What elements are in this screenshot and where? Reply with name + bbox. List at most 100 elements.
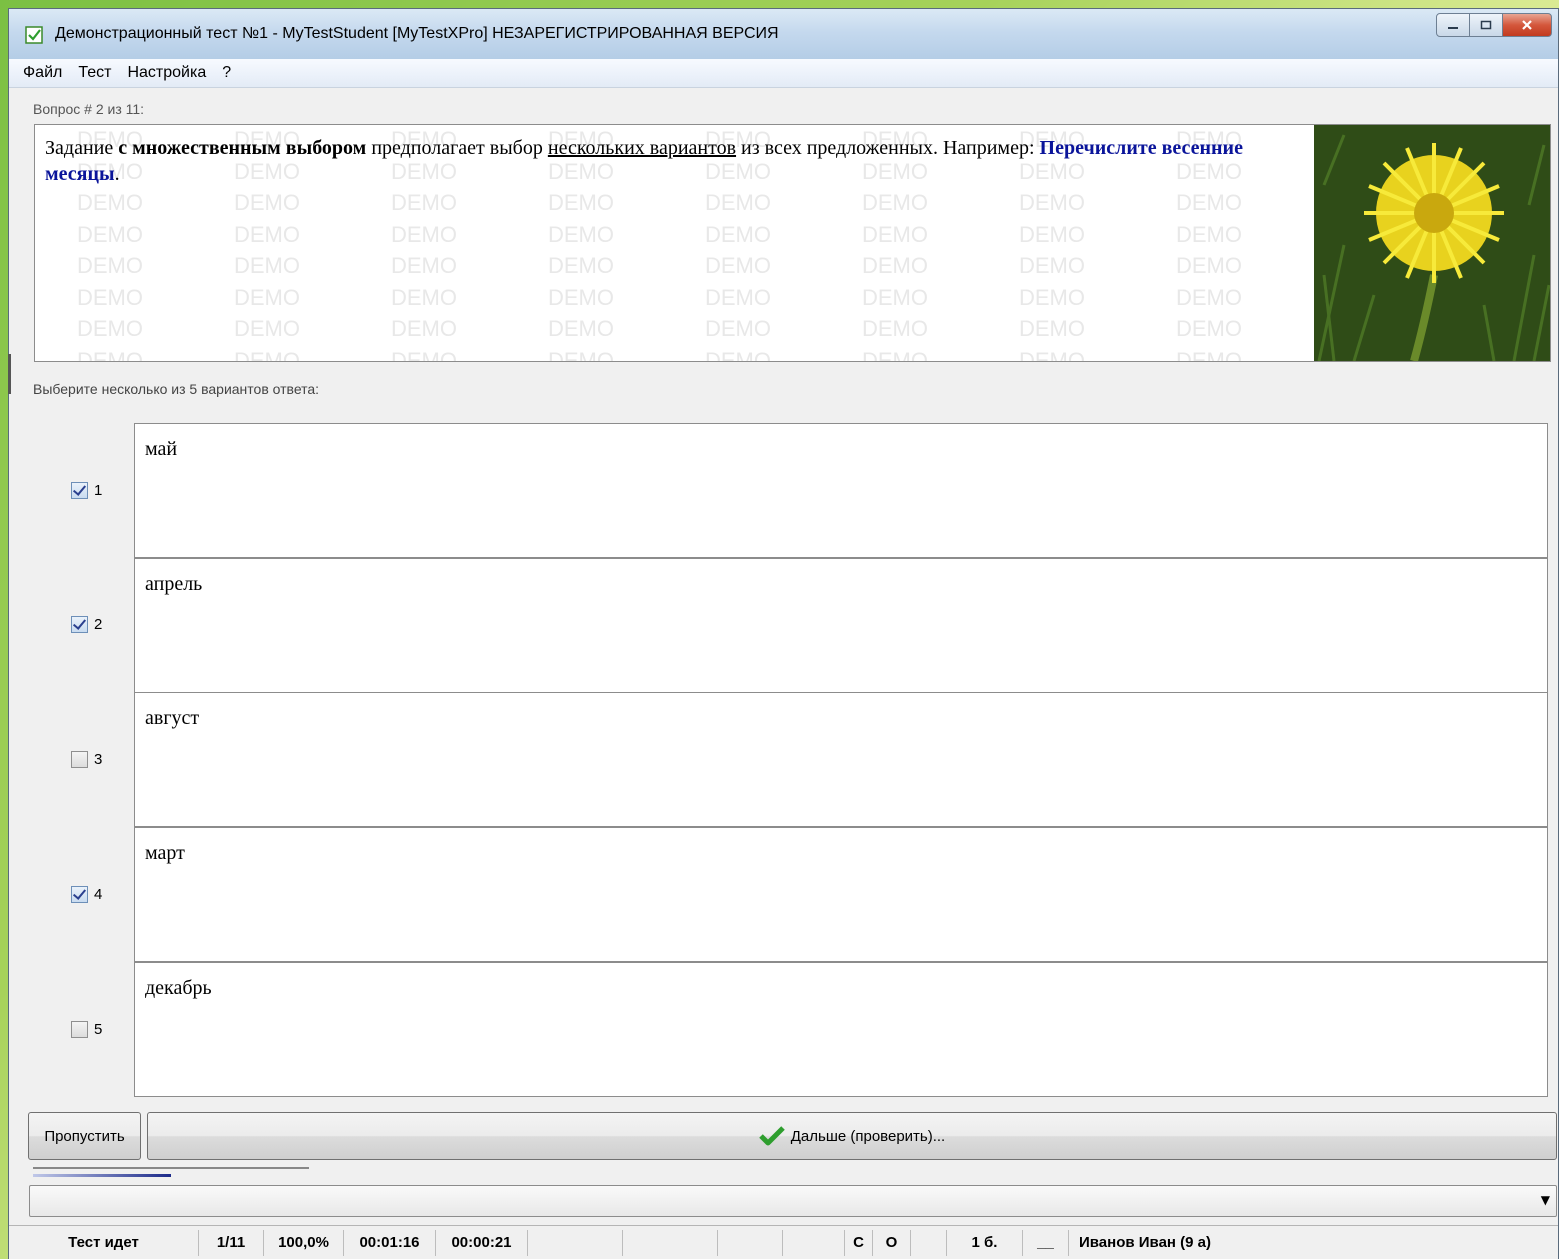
answer-option-5[interactable]: декабрь <box>134 962 1548 1097</box>
answer-checkbox-2[interactable]: 2 <box>71 616 102 633</box>
progress-track <box>33 1167 309 1169</box>
status-blank: __ <box>1023 1229 1069 1256</box>
watermark-text: DEMO <box>77 221 143 247</box>
watermark-text: DEMO <box>1176 190 1242 215</box>
answer-text: апрель <box>145 573 203 595</box>
watermark-text: DEMO <box>77 347 143 362</box>
maximize-icon <box>1480 20 1492 30</box>
watermark-text: DEMO <box>862 190 928 215</box>
menu-settings[interactable]: Настройка <box>119 64 214 82</box>
status-time-total: 00:01:16 <box>344 1229 436 1256</box>
status-bar: Тест идет 1/11 100,0% 00:01:16 00:00:21 … <box>9 1225 1558 1259</box>
watermark-text: DEMO <box>548 284 614 310</box>
answer-option-1[interactable]: май <box>134 423 1548 558</box>
watermark-text: DEMO <box>1176 316 1242 341</box>
watermark-text: DEMO <box>391 190 457 215</box>
close-button[interactable] <box>1502 13 1552 37</box>
watermark-text: DEMO <box>77 284 143 310</box>
status-percent: 100,0% <box>264 1229 344 1256</box>
minimize-button[interactable] <box>1436 13 1470 37</box>
watermark-text: DEMO <box>705 253 771 278</box>
checkbox[interactable] <box>71 482 88 499</box>
watermark-text: DEMO <box>862 221 928 247</box>
checkbox-app-icon <box>25 26 43 44</box>
question-text-underlined: нескольких вариантов <box>547 137 737 159</box>
status-user: Иванов Иван (9 а) <box>1079 1234 1211 1251</box>
answer-number: 5 <box>94 1021 103 1038</box>
watermark-text: DEMO <box>548 190 614 215</box>
question-counter: Вопрос # 2 из 11: <box>33 101 145 117</box>
progress-indicator <box>33 1167 309 1181</box>
watermark-text: DEMO <box>1176 284 1242 310</box>
window-title: Демонстрационный тест №1 - MyTestStudent… <box>55 25 779 42</box>
navigation-dropdown[interactable]: ▼ <box>29 1185 1557 1217</box>
watermark-text: DEMO <box>234 284 300 310</box>
watermark-text: DEMO <box>1019 347 1085 362</box>
answer-text: март <box>145 842 185 864</box>
checkbox[interactable] <box>71 751 88 768</box>
status-score: 1 б. <box>947 1229 1023 1256</box>
checkmark-icon <box>758 1126 785 1146</box>
skip-button-label: Пропустить <box>44 1127 125 1145</box>
close-icon <box>1522 20 1532 30</box>
title-bar[interactable]: Демонстрационный тест №1 - MyTestStudent… <box>9 9 1558 60</box>
watermark-text: DEMO <box>391 316 457 341</box>
question-text-part: из всех предложенных. Например: <box>736 137 1040 159</box>
menu-help[interactable]: ? <box>214 64 239 82</box>
checkbox[interactable] <box>71 886 88 903</box>
watermark-text: DEMO <box>705 221 771 247</box>
answer-option-2[interactable]: апрель <box>134 558 1548 693</box>
answer-text: август <box>145 707 200 729</box>
app-window: Демонстрационный тест №1 - MyTestStudent… <box>8 8 1559 1259</box>
progress-fill <box>33 1174 171 1177</box>
watermark-text: DEMO <box>1176 221 1242 247</box>
answer-option-3[interactable]: август <box>134 692 1548 827</box>
status-state: Тест идет <box>9 1229 199 1256</box>
watermark-text: DEMO <box>234 221 300 247</box>
watermark-text: DEMO <box>862 316 928 341</box>
minimize-icon <box>1448 27 1458 29</box>
watermark-text: DEMO <box>391 284 457 310</box>
dropdown-arrow-icon[interactable]: ▼ <box>1541 1193 1550 1207</box>
watermark-text: DEMO <box>705 190 771 215</box>
maximize-button[interactable] <box>1469 13 1503 37</box>
watermark-text: DEMO <box>1019 316 1085 341</box>
skip-button[interactable]: Пропустить <box>28 1112 141 1160</box>
answer-checkbox-1[interactable]: 1 <box>71 482 102 499</box>
watermark-text: DEMO <box>234 316 300 341</box>
watermark-text: DEMO <box>705 347 771 362</box>
answer-number: 3 <box>94 751 103 768</box>
status-empty-5 <box>911 1229 947 1256</box>
window-controls <box>1436 13 1552 37</box>
menu-test[interactable]: Тест <box>70 64 119 82</box>
watermark-text: DEMO <box>548 221 614 247</box>
watermark-text: DEMO <box>1176 347 1242 362</box>
answer-checkbox-4[interactable]: 4 <box>71 886 102 903</box>
menu-bar: Файл Тест Настройка ? <box>9 59 1558 88</box>
checkbox[interactable] <box>71 616 88 633</box>
answer-text: май <box>145 438 178 460</box>
answer-number: 2 <box>94 616 103 633</box>
status-c: С <box>845 1229 873 1256</box>
answer-option-4[interactable]: март <box>134 827 1548 962</box>
question-text-part: . <box>114 163 120 185</box>
watermark-text: DEMO <box>862 347 928 362</box>
watermark-text: DEMO <box>548 253 614 278</box>
status-empty-1 <box>528 1229 623 1256</box>
watermark-text: DEMO <box>234 347 300 362</box>
answer-checkbox-5[interactable]: 5 <box>71 1021 102 1038</box>
checkbox[interactable] <box>71 1021 88 1038</box>
watermark-text: DEMO <box>862 284 928 310</box>
menu-file[interactable]: Файл <box>9 64 70 82</box>
watermark-text: DEMO <box>548 347 614 362</box>
watermark-text: DEMO <box>862 253 928 278</box>
watermark-text: DEMO <box>77 190 143 215</box>
next-check-button[interactable]: Дальше (проверить)... <box>147 1112 1557 1160</box>
status-time-question: 00:00:21 <box>436 1229 528 1256</box>
next-button-label: Дальше (проверить)... <box>790 1127 946 1145</box>
question-text: Задание с множественным выбором предпола… <box>45 135 1310 187</box>
question-text-bold: с множественным выбором <box>118 137 367 159</box>
answer-checkbox-3[interactable]: 3 <box>71 751 102 768</box>
watermark-text: DEMO <box>391 253 457 278</box>
watermark-text: DEMO <box>1176 253 1242 278</box>
